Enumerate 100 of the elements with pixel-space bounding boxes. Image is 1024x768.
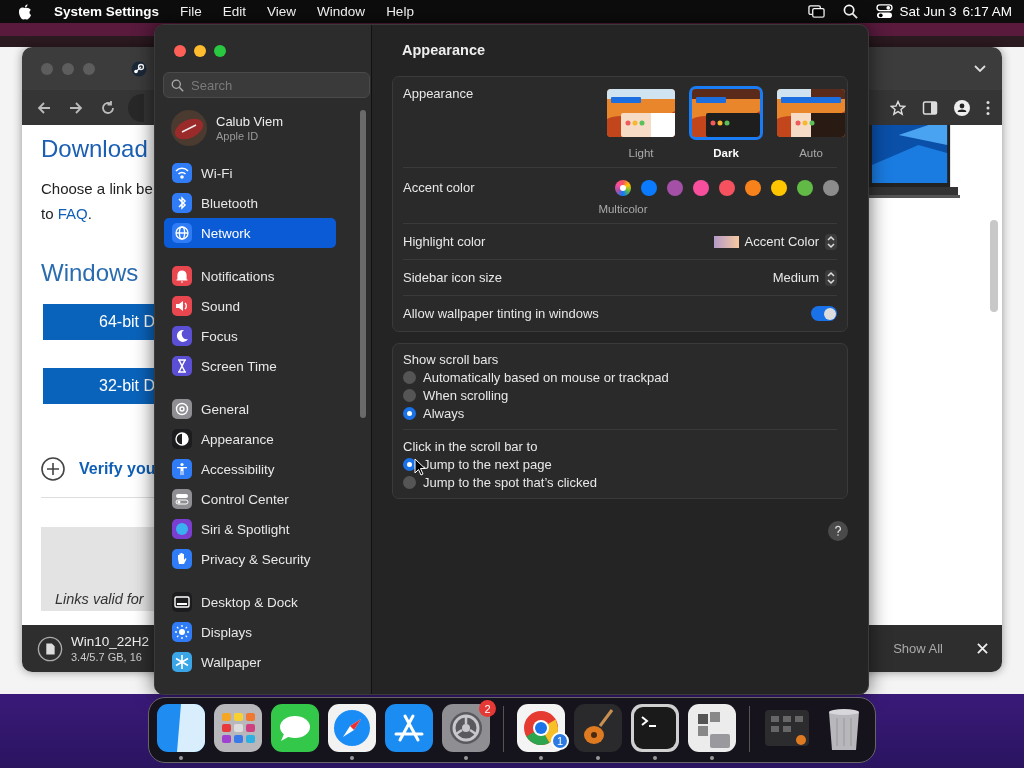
sidebar-item[interactable]: Control Center [164,484,336,514]
sidebar-item[interactable]: Siri & Spotlight [164,514,336,544]
avatar[interactable] [171,110,207,146]
download-button[interactable]: 32-bit D [43,368,154,404]
download-file-name[interactable]: Win10_22H2 [71,634,150,649]
file-icon[interactable] [37,635,63,662]
radio-label[interactable]: Automatically based on mouse or trackpad [423,370,669,385]
accent-color-swatch[interactable] [823,180,839,196]
scrollbar-thumb[interactable] [990,220,998,312]
menu-item[interactable]: Edit [222,4,247,19]
radio-button[interactable] [403,407,416,420]
accent-color-swatch[interactable] [771,180,787,196]
chrome-icon[interactable] [517,704,565,752]
accent-color-swatch[interactable] [745,180,761,196]
sidebar-item[interactable]: Appearance [164,424,336,454]
group-label: Click in the scroll bar to [403,439,539,454]
sidebar-item[interactable]: Accessibility [164,454,336,484]
search-field[interactable]: Search [163,72,370,98]
intro-text: Choose a link be [41,180,154,197]
icon-size-popup[interactable]: Medium [772,269,837,286]
finder-icon[interactable] [157,704,205,752]
scrollbar-thumb[interactable] [360,110,366,418]
back-icon[interactable] [36,99,52,116]
radio-label[interactable]: Always [423,406,465,421]
sidebar-item[interactable]: Sound [164,291,336,321]
group-label: Show scroll bars [403,352,500,367]
radio-label[interactable]: Jump to the next page [423,457,552,472]
side-panel-icon[interactable] [922,99,938,116]
menu-bar-clock[interactable]: 6:17 AM [962,4,1012,19]
sidebar-item[interactable]: Displays [164,617,336,647]
terminal-icon[interactable] [631,704,679,752]
radio-button[interactable] [403,371,416,384]
help-button[interactable] [828,521,848,541]
toggle-switch[interactable] [811,306,837,321]
reload-icon[interactable] [100,99,116,116]
sidebar-item[interactable]: Wallpaper [164,647,336,677]
gear-icon[interactable] [442,704,490,752]
app-menu[interactable]: System Settings [54,4,160,19]
compass-icon[interactable] [328,704,376,752]
app-store-icon[interactable] [385,704,433,752]
account-name[interactable]: Calub Viem [216,114,283,129]
steam-icon[interactable] [131,60,147,77]
radio-label[interactable]: Jump to the spot that’s clicked [423,475,597,490]
stepper-icon[interactable] [825,233,837,250]
profile-icon[interactable] [954,99,970,116]
show-all-button[interactable]: Show All [887,640,949,657]
appearance-option[interactable]: Auto [775,86,847,159]
menu-bar-date[interactable]: Sat Jun 3 [899,4,957,19]
radio-button[interactable] [403,389,416,402]
search-icon[interactable] [842,4,860,19]
menu-item[interactable]: Help [386,4,414,19]
theme-preview-drawing [607,89,675,137]
forward-icon[interactable] [68,99,84,116]
more-menu-icon[interactable] [986,99,990,116]
sidebar-item[interactable]: Wi-Fi [164,158,336,188]
accent-color-swatch[interactable] [641,180,657,196]
sidebar-item[interactable]: Bluetooth [164,188,336,218]
close-window-button[interactable] [174,45,186,57]
sidebar-item[interactable]: Screen Time [164,351,336,381]
sidebar-item[interactable]: Network [164,218,336,248]
accent-color-swatch[interactable] [797,180,813,196]
download-button[interactable]: 64-bit D [43,304,154,340]
notification-badge: 1 [551,732,569,750]
accent-color-swatch[interactable] [693,180,709,196]
radio-label[interactable]: When scrolling [423,388,509,403]
plus-circle-icon[interactable] [41,457,65,481]
sidebar-item[interactable]: Desktop & Dock [164,587,336,617]
row-label: Sidebar icon size [403,270,502,285]
chevron-down-icon[interactable] [974,64,986,73]
stepper-icon[interactable] [825,269,837,286]
star-icon[interactable] [890,99,906,116]
faq-link[interactable]: FAQ [57,205,88,222]
notification-badge: 2 [479,700,496,717]
menu-item[interactable]: File [180,4,202,19]
screen-mirroring-icon[interactable] [808,4,826,19]
radio-button[interactable] [403,476,416,489]
minimize-window-button[interactable] [194,45,206,57]
accent-color-swatch[interactable] [615,180,631,196]
search-icon [171,79,184,92]
row-label: Highlight color [403,234,486,249]
accent-color-swatch[interactable] [719,180,735,196]
menu-item[interactable]: Window [317,4,366,19]
highlight-color-popup[interactable]: Accent Color [713,233,837,250]
zoom-window-button[interactable] [214,45,226,57]
chat-bubble-icon[interactable] [271,704,319,752]
app-grid-icon[interactable] [214,704,262,752]
sidebar-item[interactable]: General [164,394,336,424]
apple-icon[interactable] [18,3,32,20]
sidebar-item[interactable]: Notifications [164,261,336,291]
theme-preview-drawing [692,89,760,137]
row-label: Accent color [403,180,475,195]
appearance-option[interactable]: Light [605,86,677,159]
accent-color-swatch[interactable] [667,180,683,196]
menu-item[interactable]: View [267,4,297,19]
verify-link[interactable]: Verify you [79,460,154,478]
close-icon[interactable] [977,643,988,654]
guitar-icon[interactable] [574,704,622,752]
sidebar-item[interactable]: Privacy & Security [164,544,336,574]
sidebar-item[interactable]: Focus [164,321,336,351]
control-center-icon[interactable] [876,4,894,19]
